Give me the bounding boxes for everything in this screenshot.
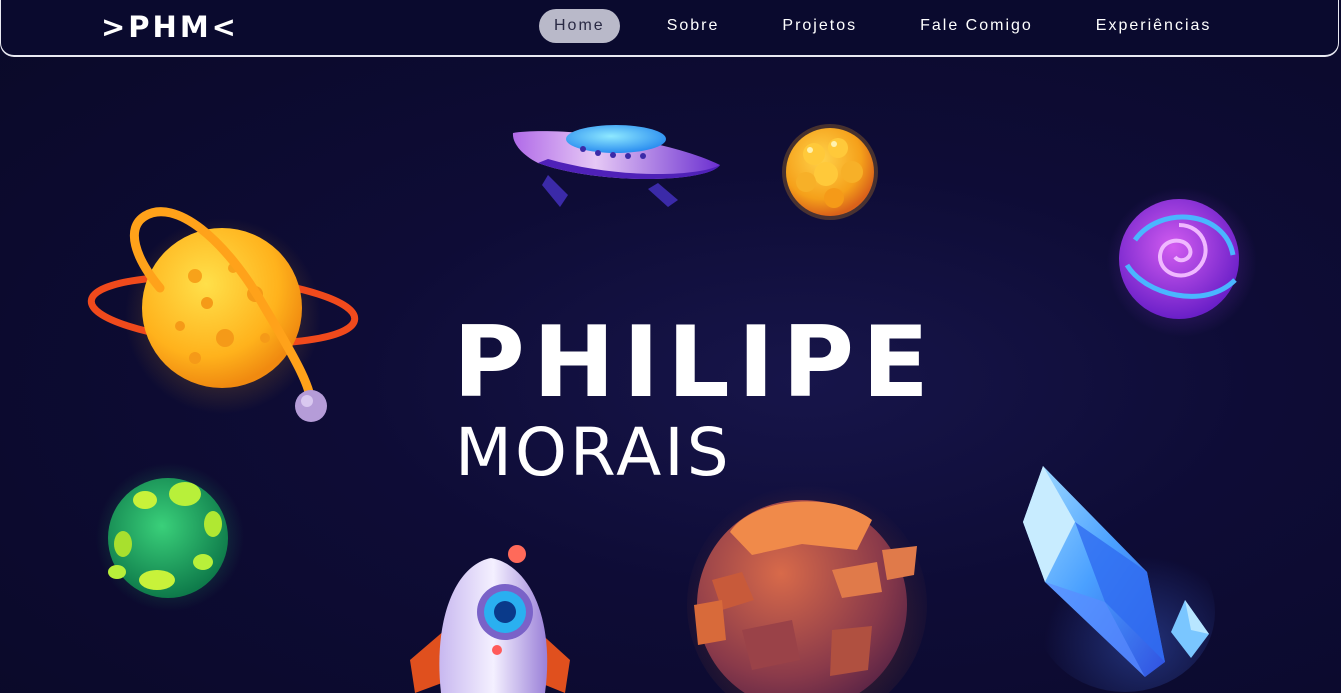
nav-sobre[interactable]: Sobre — [652, 9, 735, 43]
green-planet-icon — [96, 463, 244, 611]
nav-fale-comigo[interactable]: Fale Comigo — [905, 9, 1048, 43]
hero-first-name: PHILIPE — [453, 306, 937, 420]
site-header: >PHM< Home Sobre Projetos Fale Comigo Ex… — [0, 0, 1339, 57]
main-nav: Home Sobre Projetos Fale Comigo Experiên… — [539, 9, 1226, 43]
rocky-planet-icon — [687, 485, 927, 693]
rocket-icon — [410, 545, 570, 693]
nav-projetos[interactable]: Projetos — [767, 9, 872, 43]
hero-last-name: MORAIS — [455, 414, 732, 491]
page: >PHM< Home Sobre Projetos Fale Comigo Ex… — [0, 0, 1341, 693]
golden-asteroid-icon — [782, 124, 878, 220]
crystal-icon — [1023, 466, 1215, 692]
nav-home[interactable]: Home — [539, 9, 620, 43]
site-logo[interactable]: >PHM< — [101, 7, 239, 47]
ufo-icon — [512, 125, 720, 207]
nav-experiencias[interactable]: Experiências — [1081, 9, 1227, 43]
ringed-sun-planet-icon — [87, 207, 359, 422]
purple-swirl-planet-icon — [1107, 187, 1257, 337]
